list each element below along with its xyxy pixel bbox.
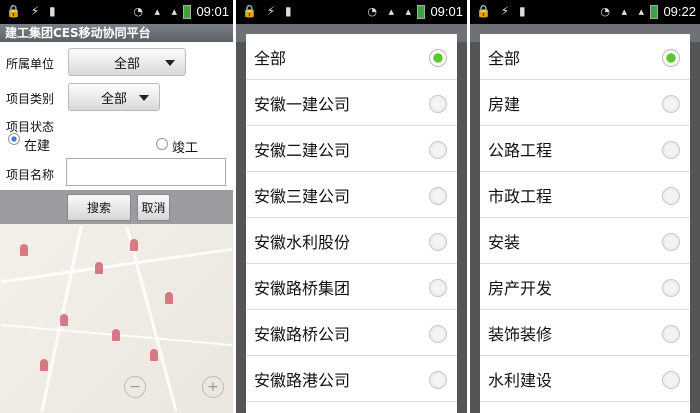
phone-screen-search: 🔒 ⚡ ▮ ◔ ▴ ▴ 09:01 建工集团CES移动协同平台 所属单位 全部 …: [0, 0, 233, 413]
unit-option-label: 安徽路港公司: [254, 370, 351, 390]
signal-icons: ◔ ▴ ▴: [133, 5, 181, 18]
map-pin[interactable]: [150, 349, 158, 361]
unit-dropdown[interactable]: 全部: [68, 48, 186, 76]
notification-icons: 🔒 ⚡ ▮: [6, 4, 59, 18]
category-option-label: 全部: [488, 48, 521, 68]
radio-unselected-icon[interactable]: [662, 95, 680, 113]
status-option-in-progress: 在建: [24, 139, 51, 154]
unit-option[interactable]: 全部: [246, 34, 457, 80]
unit-option[interactable]: 安徽路桥公司: [246, 310, 457, 356]
map-view[interactable]: − +: [0, 224, 233, 413]
category-dropdown-value: 全部: [100, 91, 127, 107]
unit-option-label: 安徽水利股份: [254, 232, 351, 252]
radio-unselected-icon[interactable]: [662, 371, 680, 389]
status-time: 09:01: [196, 4, 229, 19]
category-option-label: 安装: [488, 232, 521, 252]
search-button[interactable]: 搜索: [67, 194, 131, 221]
radio-unselected-icon[interactable]: [429, 325, 447, 343]
unit-option-label: 安徽路桥集团: [254, 278, 351, 298]
notification-icons: 🔒 ⚡ ▮: [476, 4, 529, 18]
unit-option[interactable]: 安徽二建公司: [246, 126, 457, 172]
map-pin[interactable]: [165, 292, 173, 304]
notification-icons: 🔒 ⚡ ▮: [242, 4, 295, 18]
unit-option-label: 全部: [254, 48, 287, 68]
category-option-label: 市政工程: [488, 186, 553, 206]
unit-option[interactable]: 安徽三建公司: [246, 172, 457, 218]
category-option[interactable]: 房产开发: [480, 264, 690, 310]
unit-option[interactable]: 安徽路桥集团: [246, 264, 457, 310]
status-bar: 🔒 ⚡ ▮ ◔ ▴ ▴ 09:01: [0, 0, 233, 24]
status-time: 09:22: [663, 4, 696, 19]
radio-unselected-icon[interactable]: [429, 371, 447, 389]
unit-option[interactable]: 安徽一建公司: [246, 80, 457, 126]
radio-unselected-icon[interactable]: [429, 233, 447, 251]
category-option-label: 房产开发: [488, 278, 553, 298]
unit-option-label: 安徽三建公司: [254, 186, 351, 206]
category-option-label: 公路工程: [488, 140, 553, 160]
status-time: 09:01: [430, 4, 463, 19]
status-bar: 🔒 ⚡ ▮ ◔ ▴ ▴ 09:22: [470, 0, 700, 24]
category-label: 项目类别: [6, 92, 55, 106]
unit-option-label: 安徽路桥公司: [254, 324, 351, 344]
battery-icon: [650, 5, 658, 19]
project-name-input[interactable]: [66, 158, 226, 186]
map-pin[interactable]: [130, 239, 138, 251]
chevron-down-icon: [139, 95, 149, 101]
category-option[interactable]: 公路工程: [480, 126, 690, 172]
map-pin[interactable]: [60, 314, 68, 326]
status-bar: 🔒 ⚡ ▮ ◔ ▴ ▴ 09:01: [236, 0, 467, 24]
radio-unselected-icon[interactable]: [662, 233, 680, 251]
unit-option-label: 安徽二建公司: [254, 140, 351, 160]
battery-icon: [183, 5, 191, 19]
radio-selected-icon[interactable]: [429, 49, 447, 67]
radio-unselected-icon[interactable]: [429, 187, 447, 205]
radio-unselected-icon[interactable]: [662, 325, 680, 343]
category-options-dialog: 全部房建公路工程市政工程安装房产开发装饰装修水利建设: [480, 34, 690, 413]
cancel-button[interactable]: 取消: [137, 194, 170, 221]
unit-option-label: 安徽一建公司: [254, 94, 351, 114]
radio-unselected-icon[interactable]: [429, 95, 447, 113]
category-option-label: 装饰装修: [488, 324, 553, 344]
status-radio-in-progress[interactable]: [8, 133, 20, 145]
battery-icon: [417, 5, 425, 19]
map-pin[interactable]: [95, 262, 103, 274]
unit-dropdown-value: 全部: [113, 56, 140, 72]
radio-unselected-icon[interactable]: [662, 141, 680, 159]
radio-unselected-icon[interactable]: [429, 141, 447, 159]
category-option[interactable]: 市政工程: [480, 172, 690, 218]
status-radio-completed[interactable]: [156, 138, 168, 150]
map-pin[interactable]: [112, 329, 120, 341]
status-option-completed: 竣工: [172, 141, 199, 156]
radio-unselected-icon[interactable]: [662, 279, 680, 297]
unit-label: 所属单位: [6, 57, 55, 71]
category-option[interactable]: 安装: [480, 218, 690, 264]
category-option[interactable]: 房建: [480, 80, 690, 126]
category-option[interactable]: 水利建设: [480, 356, 690, 402]
category-dropdown[interactable]: 全部: [68, 83, 160, 111]
zoom-out-icon[interactable]: −: [124, 376, 146, 398]
radio-unselected-icon[interactable]: [662, 187, 680, 205]
phone-screen-unit-picker: 🔒 ⚡ ▮ ◔ ▴ ▴ 09:01 全部安徽一建公司 安徽二建公司 安徽三建公司 安徽…: [236, 0, 467, 413]
map-pin[interactable]: [20, 244, 28, 256]
unit-options-dialog: 全部安徽一建公司 安徽二建公司 安徽三建公司 安徽水利股份 安徽路桥集团 安徽路桥公司 安徽…: [246, 34, 457, 413]
category-option-label: 房建: [488, 94, 521, 114]
signal-icons: ◔ ▴ ▴: [367, 5, 415, 18]
category-option[interactable]: 装饰装修: [480, 310, 690, 356]
radio-selected-icon[interactable]: [662, 49, 680, 67]
unit-option[interactable]: 安徽路港公司: [246, 356, 457, 402]
chevron-down-icon: [165, 60, 175, 66]
app-title: 建工集团CES移动协同平台: [0, 24, 233, 42]
unit-option[interactable]: 安徽水利股份: [246, 218, 457, 264]
phone-screen-category-picker: 🔒 ⚡ ▮ ◔ ▴ ▴ 09:22 全部房建公路工程市政工程安装房产开发装饰装修…: [470, 0, 700, 413]
category-option-label: 水利建设: [488, 370, 553, 390]
signal-icons: ◔ ▴ ▴: [600, 5, 648, 18]
radio-unselected-icon[interactable]: [429, 279, 447, 297]
category-option[interactable]: 全部: [480, 34, 690, 80]
map-pin[interactable]: [40, 359, 48, 371]
name-label: 项目名称: [6, 168, 55, 182]
zoom-in-icon[interactable]: +: [202, 376, 224, 398]
